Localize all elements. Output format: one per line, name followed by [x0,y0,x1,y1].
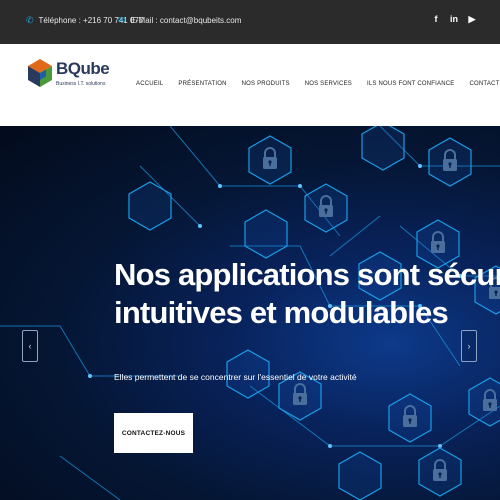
email-contact[interactable]: ✉ E-Mail : contact@bqubeits.com [118,15,242,26]
nav-item-contact[interactable]: CONTACT [470,81,500,87]
hero-title-line-1: Nos applications sont sécurisées, [114,257,500,292]
facebook-icon[interactable]: f [432,14,440,25]
slider-prev-button[interactable]: ‹ [22,330,38,362]
hero-slider: ‹ › Nos applications sont sécurisées, in… [0,126,500,500]
contact-us-button[interactable]: CONTACTEZ-NOUS [114,413,193,453]
logo[interactable]: BQube Business I.T. solutions [26,58,116,98]
slider-next-button[interactable]: › [461,330,477,362]
logo-tagline: Business I.T. solutions [56,81,106,87]
email-text: E-Mail : contact@bqubeits.com [130,16,242,25]
nav-item-produits[interactable]: NOS PRODUITS [242,81,290,87]
hero-subtitle: Elles permettent de se concentrer sur l'… [114,372,357,382]
hero-title-line-2: intuitives et modulables [114,295,449,330]
site-header: BQube Business I.T. solutions ACCUEIL PR… [0,44,500,126]
nav-item-accueil[interactable]: ACCUEIL [136,81,163,87]
nav-item-presentation[interactable]: PRÉSENTATION [178,81,226,87]
logo-name: BQube [56,59,110,78]
youtube-icon[interactable]: ▶ [468,14,476,25]
phone-icon: ✆ [26,15,34,25]
social-links: f in ▶ [432,14,476,25]
logo-mark-icon [28,59,52,87]
linkedin-icon[interactable]: in [450,14,458,25]
top-bar: ✆ Téléphone : +216 70 741 077 ✉ E-Mail :… [0,0,500,44]
hero-title: Nos applications sont sécurisées, intuit… [114,256,500,332]
nav-item-confiance[interactable]: ILS NOUS FONT CONFIANCE [367,81,455,87]
mail-icon: ✉ [118,15,126,25]
nav-item-services[interactable]: NOS SERVICES [305,81,352,87]
main-nav: ACCUEIL PRÉSENTATION NOS PRODUITS NOS SE… [136,81,500,87]
